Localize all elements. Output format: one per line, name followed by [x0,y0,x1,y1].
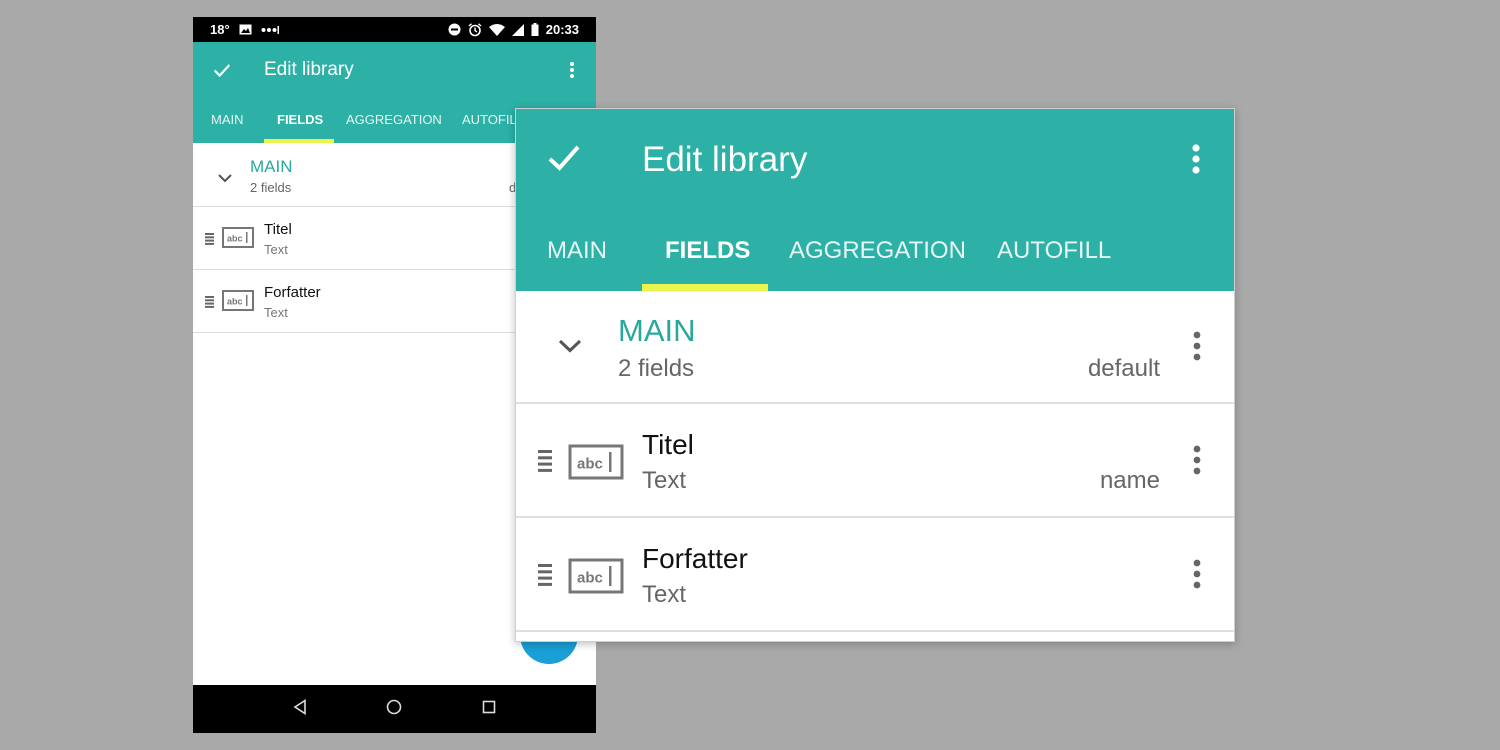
group-count: 2 fields [618,355,695,382]
group-title: MAIN [250,157,293,176]
home-icon[interactable] [386,699,402,720]
image-icon [239,24,252,35]
group-title: MAIN [618,313,696,348]
tab-main[interactable]: MAIN [211,112,244,127]
text-field-icon: abc [568,558,624,599]
more-vert-icon[interactable] [1192,559,1202,594]
svg-text:abc: abc [227,297,243,307]
tab-aggregation[interactable]: AGGREGATION [346,112,442,127]
group-header[interactable]: MAIN 2 fields default [516,291,1234,404]
back-icon[interactable] [293,698,307,720]
drag-handle-icon[interactable] [205,295,214,313]
navigation-bar [193,685,596,733]
page-title: Edit library [264,59,354,80]
tab-autofill[interactable]: AUTOFIL [462,112,517,127]
chevron-down-icon[interactable] [558,339,582,358]
more-vert-icon[interactable] [1191,144,1201,179]
battery-icon [531,23,539,36]
app-bar: Edit library [193,42,596,98]
tab-fields[interactable]: FIELDS [665,237,750,265]
text-field-icon: abc [568,444,624,485]
status-bar: 18° 20:33 [193,17,596,42]
temperature: 18° [210,22,230,37]
tab-main[interactable]: MAIN [547,237,607,265]
alarm-icon [468,22,482,37]
text-field-icon: abc [222,290,254,316]
check-icon[interactable] [211,59,233,86]
group-count: 2 fields [250,180,292,195]
svg-text:abc: abc [577,456,603,473]
field-name: Titel [264,221,292,238]
clock: 20:33 [545,22,579,37]
drag-handle-icon[interactable] [538,564,552,591]
field-row[interactable]: abc Titel Text name [516,404,1234,518]
more-vert-icon[interactable] [569,61,575,84]
do-not-disturb-icon [448,23,461,36]
zoomed-detail-card: Edit library MAIN FIELDS AGGREGATION AUT… [515,108,1235,642]
field-type: Text [264,242,288,257]
page-title: Edit library [642,140,808,179]
signal-icon [511,23,524,36]
field-row[interactable]: abc Forfatter Text [516,518,1234,632]
recents-icon[interactable] [482,700,496,719]
wifi-icon [488,23,505,36]
app-bar: Edit library MAIN FIELDS AGGREGATION AUT… [516,109,1234,291]
field-name: Titel [642,429,694,460]
more-vert-icon[interactable] [1192,445,1202,480]
drag-handle-icon[interactable] [205,232,214,250]
field-key: name [1099,467,1160,494]
more-notifications-icon [261,25,279,34]
field-type: Text [642,467,687,494]
check-icon[interactable] [547,143,581,178]
text-field-icon: abc [222,227,254,253]
tab-fields[interactable]: FIELDS [277,112,323,127]
svg-text:abc: abc [227,234,243,244]
tab-autofill[interactable]: AUTOFILL [997,237,1111,265]
field-name: Forfatter [642,543,748,574]
tab-aggregation[interactable]: AGGREGATION [789,237,966,265]
chevron-down-icon[interactable] [218,170,232,188]
tab-indicator [642,284,768,291]
field-type: Text [264,305,288,320]
drag-handle-icon[interactable] [538,450,552,477]
more-vert-icon[interactable] [1192,331,1202,366]
svg-text:abc: abc [577,570,603,587]
group-tag: default [1087,355,1160,382]
field-name: Forfatter [264,284,321,301]
field-type: Text [642,581,687,608]
